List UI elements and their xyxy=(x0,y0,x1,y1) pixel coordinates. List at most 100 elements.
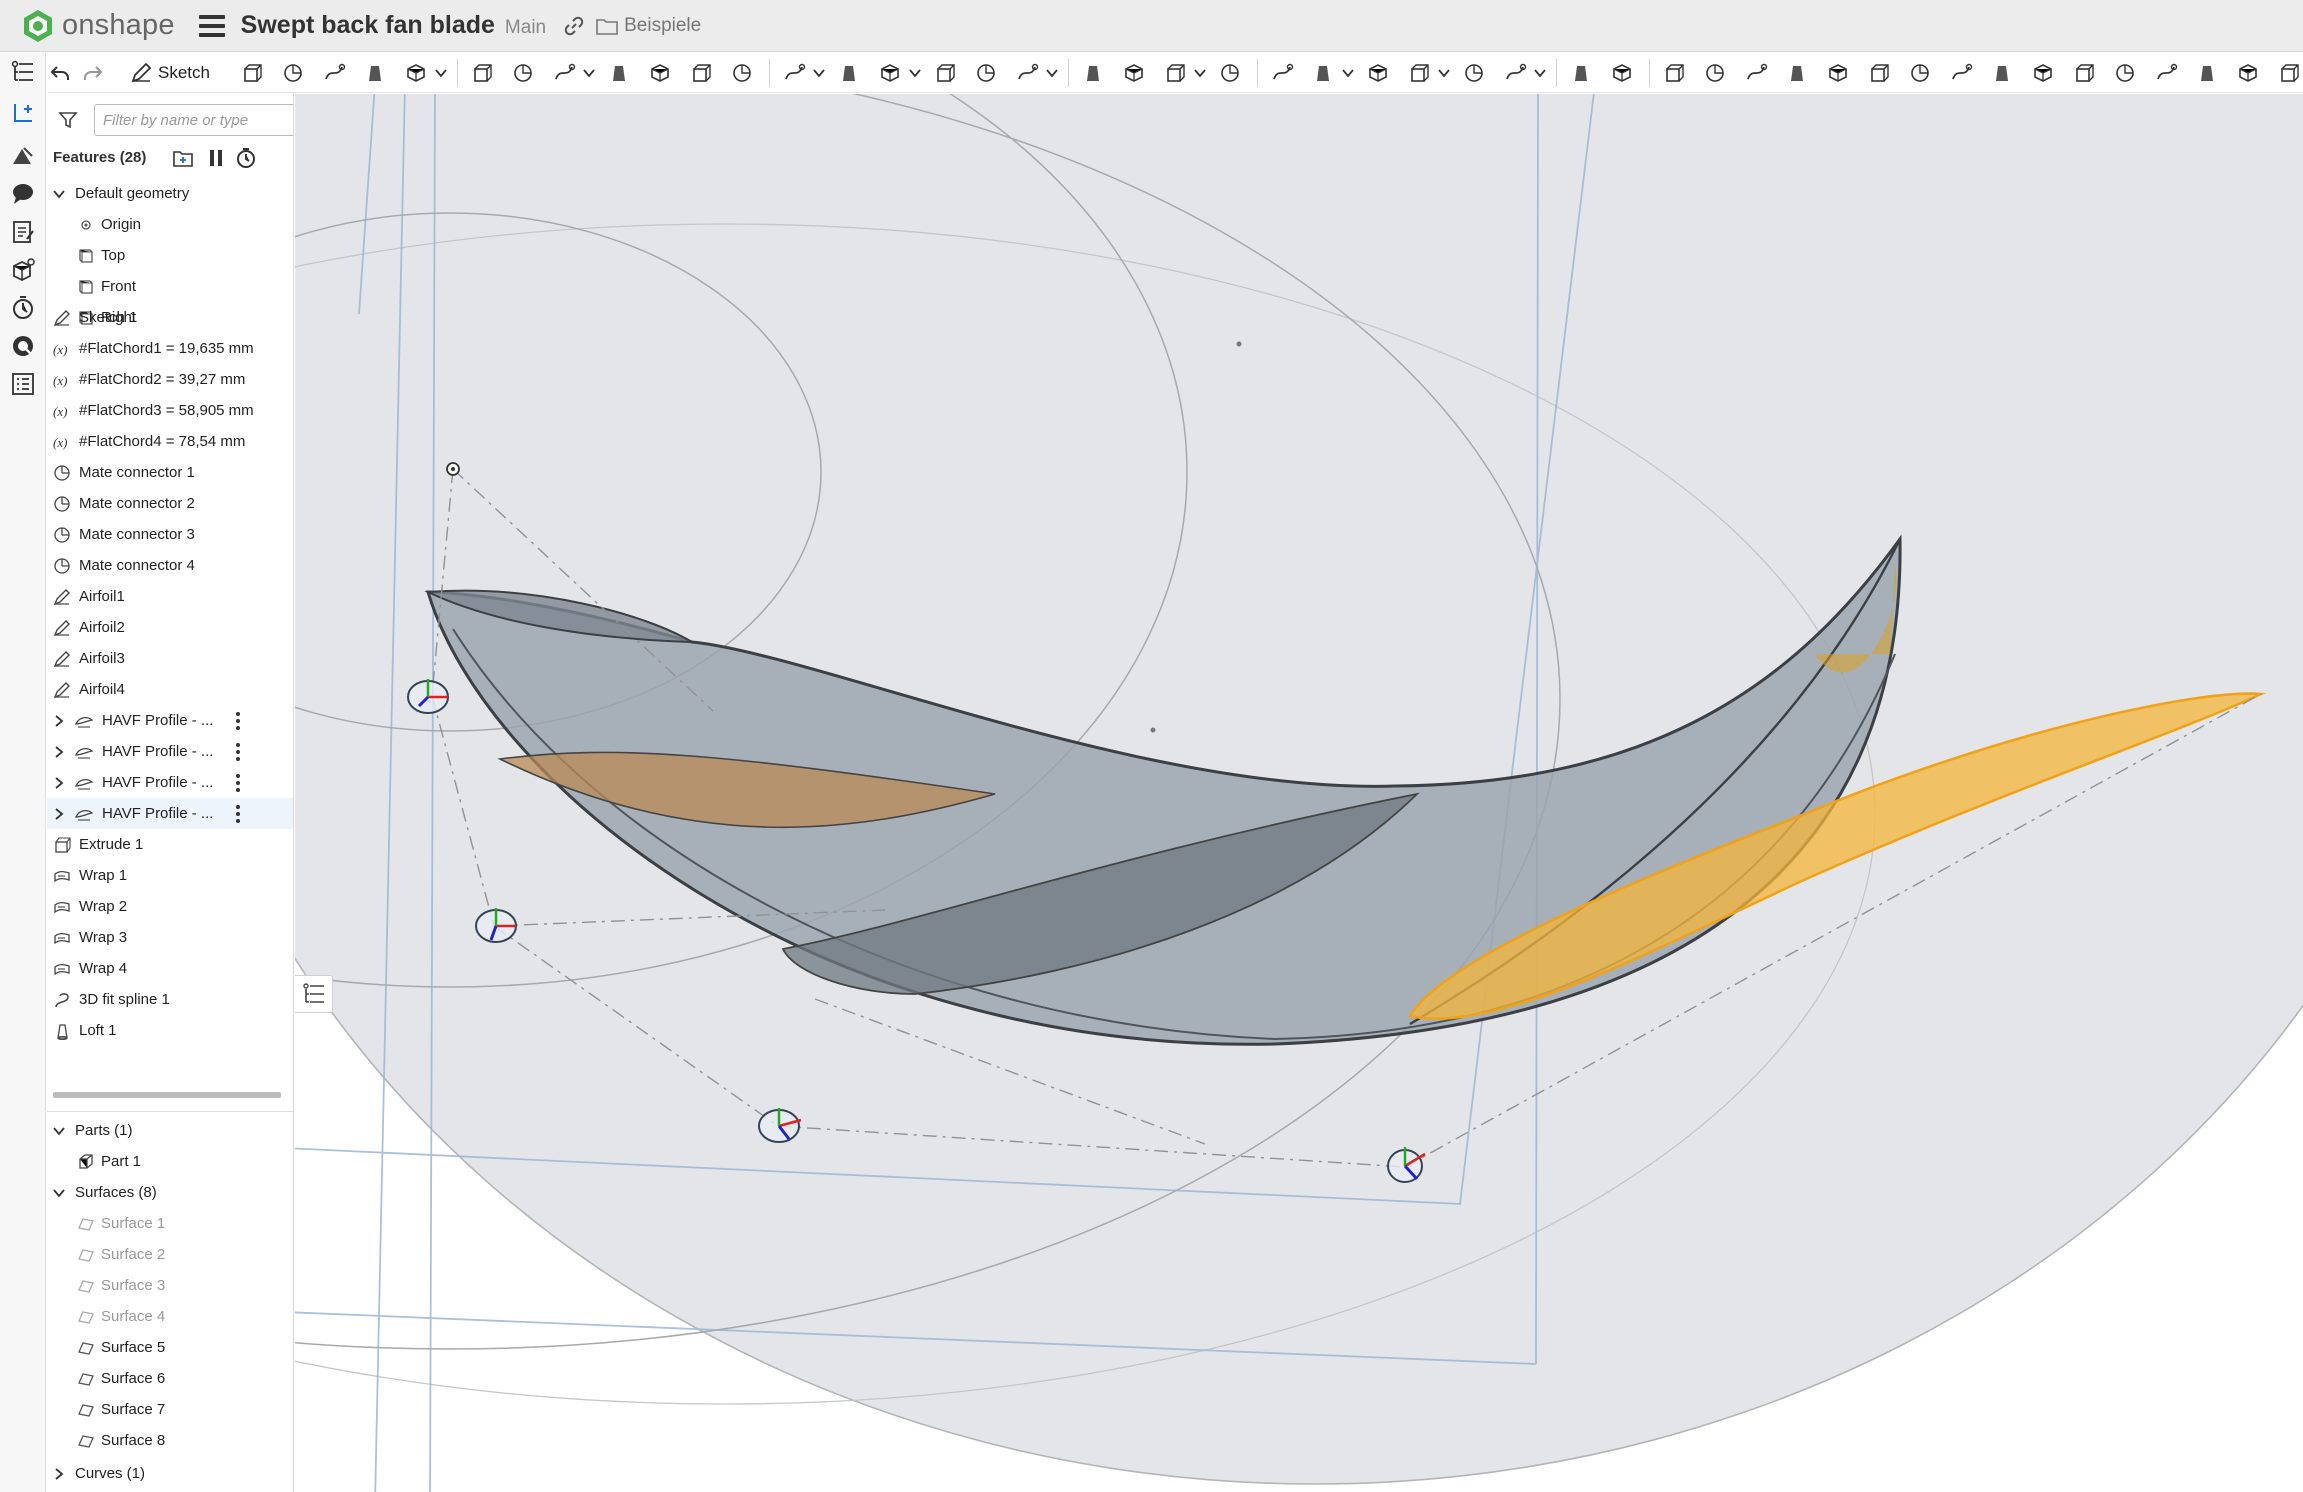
parts-header-row[interactable]: Parts (1) xyxy=(47,1115,293,1146)
origin-row[interactable]: Origin xyxy=(47,209,293,240)
folder-icon[interactable] xyxy=(596,16,618,36)
fillet-button[interactable] xyxy=(466,57,498,89)
tag-button[interactable] xyxy=(1606,57,1638,89)
end-cap-button[interactable] xyxy=(2027,57,2059,89)
boundary-surface-button[interactable] xyxy=(2191,57,2223,89)
surface-row[interactable]: Surface 4 xyxy=(47,1301,293,1332)
modify-fillet-button[interactable] xyxy=(1077,57,1109,89)
transform-button[interactable] xyxy=(970,57,1002,89)
replace-face-button[interactable] xyxy=(1214,57,1246,89)
ruled-surface-button[interactable] xyxy=(2150,57,2182,89)
frame-trim-button[interactable] xyxy=(1945,57,1977,89)
dropdown-caret[interactable] xyxy=(1534,57,1546,89)
dropdown-caret[interactable] xyxy=(1194,57,1206,89)
loft-button[interactable] xyxy=(359,57,391,89)
wrap-row[interactable]: Wrap 3 xyxy=(47,922,293,953)
mate-connector-row[interactable]: Mate connector 3 xyxy=(47,519,293,550)
surface-row[interactable]: Surface 2 xyxy=(47,1239,293,1270)
kebab-menu-icon[interactable] xyxy=(234,711,242,731)
feature-list-toggle[interactable] xyxy=(295,975,333,1013)
pattern-button[interactable] xyxy=(778,57,810,89)
chevron-right-icon[interactable] xyxy=(52,807,66,821)
variable-row[interactable]: (x) #FlatChord3 = 58,905 mm xyxy=(47,395,293,426)
onshape-logo[interactable]: onshape xyxy=(22,9,175,43)
plane-row[interactable]: Top xyxy=(47,240,293,271)
boolean-button[interactable] xyxy=(874,57,906,89)
loft-row[interactable]: Loft 1 xyxy=(47,1015,293,1046)
curves-header-row[interactable]: Curves (1) xyxy=(47,1458,293,1489)
chevron-right-icon[interactable] xyxy=(52,776,66,790)
sketch-button[interactable]: Sketch xyxy=(124,57,216,89)
variable-row[interactable]: (x) #FlatChord2 = 39,27 mm xyxy=(47,364,293,395)
mate-connector-row[interactable]: Mate connector 1 xyxy=(47,457,293,488)
chevron-down-icon[interactable] xyxy=(52,1186,66,1200)
pause-icon[interactable] xyxy=(205,147,227,169)
comments-icon[interactable] xyxy=(10,181,36,207)
extend-button[interactable] xyxy=(2273,57,2303,89)
variable-row[interactable]: (x) #FlatChord1 = 19,635 mm xyxy=(47,333,293,364)
kebab-menu-icon[interactable] xyxy=(234,742,242,762)
airfoil-row[interactable]: Airfoil1 xyxy=(47,581,293,612)
chevron-right-icon[interactable] xyxy=(52,714,66,728)
variable-row[interactable]: (x) #FlatChord4 = 78,54 mm xyxy=(47,426,293,457)
filter-icon[interactable] xyxy=(58,110,78,130)
delete-part-button[interactable] xyxy=(1011,57,1043,89)
hole-button[interactable] xyxy=(685,57,717,89)
kebab-menu-icon[interactable] xyxy=(234,804,242,824)
cylinder-button[interactable] xyxy=(726,57,758,89)
sheet-metal-button[interactable] xyxy=(1658,57,1690,89)
history-icon[interactable] xyxy=(10,295,36,321)
dropdown-caret[interactable] xyxy=(583,57,595,89)
dropdown-caret[interactable] xyxy=(1046,57,1058,89)
sheet-metal-tab-button[interactable] xyxy=(1740,57,1772,89)
surface-row[interactable]: Surface 1 xyxy=(47,1208,293,1239)
mate-connector-button[interactable] xyxy=(1307,57,1339,89)
plane-button[interactable] xyxy=(1266,57,1298,89)
undo-button[interactable] xyxy=(48,57,72,89)
dropdown-caret[interactable] xyxy=(813,57,825,89)
spline-button[interactable] xyxy=(1403,57,1435,89)
part1-row[interactable]: Part 1 xyxy=(47,1146,293,1177)
airfoil-row[interactable]: Airfoil2 xyxy=(47,612,293,643)
havf-profile-row[interactable]: HAVF Profile - ... xyxy=(47,705,293,736)
delete-face-button[interactable] xyxy=(1118,57,1150,89)
chevron-right-icon[interactable] xyxy=(52,745,66,759)
havf-profile-row[interactable]: HAVF Profile - ... xyxy=(47,736,293,767)
surface-row[interactable]: Surface 3 xyxy=(47,1270,293,1301)
extrude-row[interactable]: Extrude 1 xyxy=(47,829,293,860)
graphics-viewport[interactable] xyxy=(295,94,2303,1492)
chevron-down-icon[interactable] xyxy=(52,1124,66,1138)
add-folder-icon[interactable] xyxy=(172,147,194,169)
wrap-row[interactable]: Wrap 2 xyxy=(47,891,293,922)
parts-icon[interactable] xyxy=(10,257,36,283)
draft-button[interactable] xyxy=(548,57,580,89)
dropdown-caret[interactable] xyxy=(909,57,921,89)
sheet-metal-flat-button[interactable] xyxy=(1863,57,1895,89)
move-face-button[interactable] xyxy=(1159,57,1191,89)
surface-row[interactable]: Surface 5 xyxy=(47,1332,293,1363)
airfoil-row[interactable]: Airfoil4 xyxy=(47,674,293,705)
split-button[interactable] xyxy=(929,57,961,89)
shell-button[interactable] xyxy=(644,57,676,89)
sheet-metal-corner-button[interactable] xyxy=(1822,57,1854,89)
surface-row[interactable]: Surface 7 xyxy=(47,1394,293,1425)
fit-spline-row[interactable]: 3D fit spline 1 xyxy=(47,984,293,1015)
document-title[interactable]: Swept back fan blade xyxy=(241,11,495,40)
configurations-button[interactable] xyxy=(1565,57,1597,89)
branch-name[interactable]: Main xyxy=(505,17,546,39)
fill-button[interactable] xyxy=(2232,57,2264,89)
revolve-button[interactable] xyxy=(277,57,309,89)
mate-connector-row[interactable]: Mate connector 4 xyxy=(47,550,293,581)
surface-row[interactable]: Surface 8 xyxy=(47,1425,293,1456)
sheet-metal-bend-button[interactable] xyxy=(1781,57,1813,89)
dropdown-caret[interactable] xyxy=(1438,57,1450,89)
extrude-button[interactable] xyxy=(236,57,268,89)
insert-feature-icon[interactable] xyxy=(10,101,36,127)
wrap-row[interactable]: Wrap 4 xyxy=(47,953,293,984)
surfaces-header-row[interactable]: Surfaces (8) xyxy=(47,1177,293,1208)
havf-profile-row[interactable]: HAVF Profile - ... xyxy=(47,798,293,829)
gusset-button[interactable] xyxy=(1986,57,2018,89)
mate-connector-row[interactable]: Mate connector 2 xyxy=(47,488,293,519)
chevron-right-icon[interactable] xyxy=(52,1467,66,1481)
sketch1-row[interactable]: Sketch 1 xyxy=(47,302,293,333)
